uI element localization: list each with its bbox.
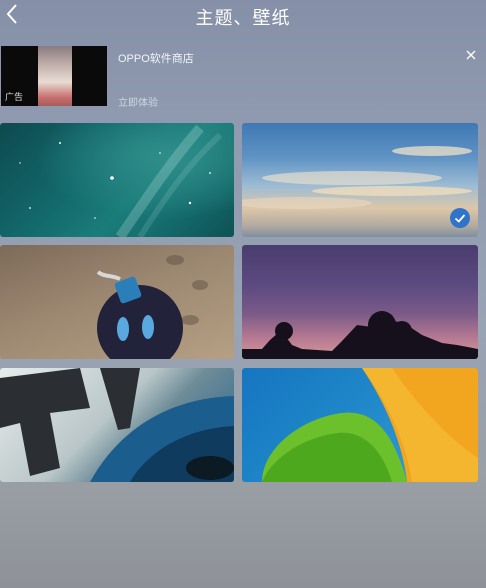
check-icon bbox=[454, 214, 466, 223]
wallpaper-bomb-art bbox=[96, 255, 208, 359]
page-title: 主题、壁纸 bbox=[195, 8, 291, 28]
wallpaper-tile-car[interactable] bbox=[0, 368, 234, 482]
ad-image bbox=[38, 46, 72, 106]
wallpaper-tile-sky[interactable] bbox=[242, 123, 478, 237]
selected-check-badge bbox=[450, 208, 470, 228]
ad-action-link[interactable]: 立即体验 bbox=[118, 94, 158, 109]
wallpaper-sky-art bbox=[242, 146, 472, 209]
wallpaper-paper-art bbox=[262, 368, 478, 482]
wallpaper-tile-dusk[interactable] bbox=[242, 245, 478, 359]
wallpaper-space-art bbox=[19, 124, 223, 237]
wallpaper-tile-paper[interactable] bbox=[242, 368, 478, 482]
header-bar: 主题、壁纸 bbox=[0, 0, 486, 30]
wallpaper-tile-bomb[interactable] bbox=[0, 245, 234, 359]
ad-close-button[interactable] bbox=[463, 47, 479, 63]
close-icon bbox=[466, 50, 476, 60]
ad-thumbnail[interactable]: 广告 bbox=[1, 46, 107, 106]
wallpaper-car-art bbox=[0, 368, 234, 482]
wallpaper-tile-space[interactable] bbox=[0, 123, 234, 237]
ad-badge: 广告 bbox=[5, 92, 24, 102]
ad-app-name[interactable]: OPPO软件商店 bbox=[118, 50, 194, 66]
wallpaper-dusk-art bbox=[242, 311, 478, 359]
ad-banner[interactable]: 广告 OPPO软件商店 立即体验 bbox=[0, 44, 486, 110]
